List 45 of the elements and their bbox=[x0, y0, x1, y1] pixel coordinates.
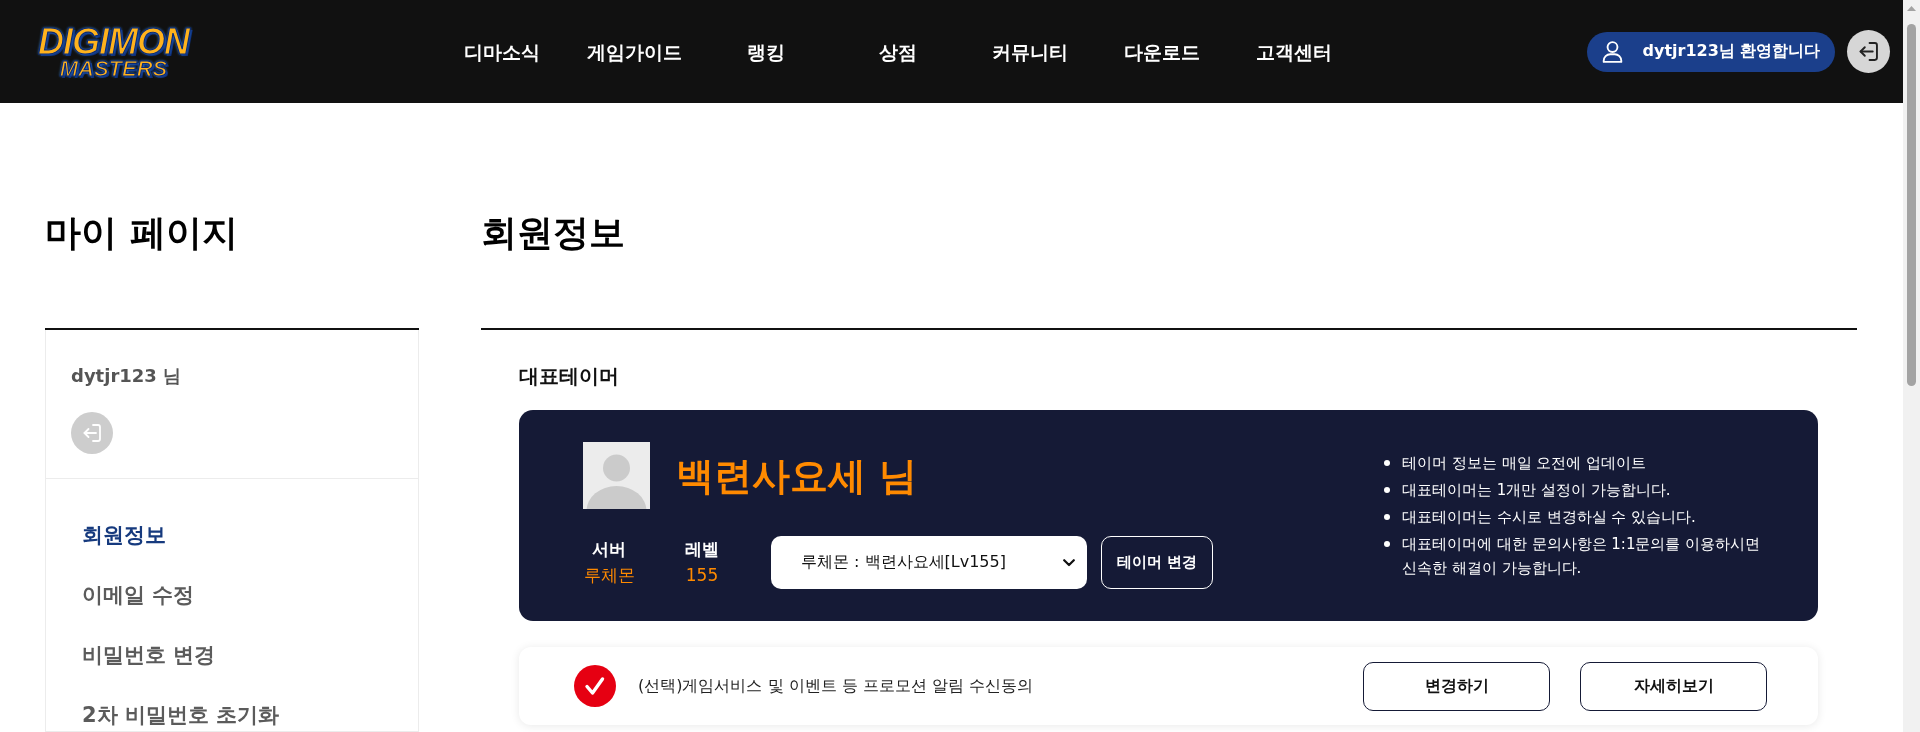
welcome-button[interactable]: dytjr123님 환영합니다 bbox=[1587, 31, 1835, 72]
avatar-placeholder bbox=[583, 442, 650, 509]
stat-value: 루체몬 bbox=[583, 564, 635, 587]
page-title: 마이 페이지 bbox=[45, 211, 239, 255]
consent-text: (선택)게임서비스 및 이벤트 등 프로모션 알림 수신동의 bbox=[638, 675, 1033, 697]
logo[interactable]: DIGIMON MASTERS bbox=[22, 23, 205, 80]
stat-label: 서버 bbox=[592, 538, 626, 561]
tamer-select[interactable]: 루체몬 : 백련사요세[Lv155] bbox=[771, 536, 1087, 589]
nav-link[interactable]: 고객센터 bbox=[1228, 37, 1360, 66]
scrollbar[interactable] bbox=[1903, 0, 1920, 732]
bullet-icon bbox=[1384, 487, 1390, 493]
nav-link[interactable]: 랭킹 bbox=[700, 37, 832, 66]
sidebar-item[interactable]: 이메일 수정 bbox=[82, 580, 195, 610]
user-name: dytjr123 님 bbox=[71, 364, 182, 388]
check-circle-icon[interactable] bbox=[574, 665, 616, 707]
nav-link[interactable]: 게임가이드 bbox=[568, 37, 700, 66]
nav-link[interactable]: 다운로드 bbox=[1096, 37, 1228, 66]
sidebar-item[interactable]: 회원정보 bbox=[82, 520, 166, 550]
nav-link[interactable]: 상점 bbox=[832, 37, 964, 66]
bullet-icon bbox=[1384, 460, 1390, 466]
page-title: 회원정보 bbox=[481, 211, 626, 255]
chevron-down-icon bbox=[1063, 558, 1075, 567]
note-text: 테이머 정보는 매일 오전에 업데이트 bbox=[1402, 453, 1648, 474]
stat-label: 레벨 bbox=[685, 538, 719, 561]
outline-button[interactable]: 변경하기 bbox=[1363, 661, 1550, 711]
section-title: 대표테이머 bbox=[519, 364, 620, 388]
stat-value: 155 bbox=[685, 564, 719, 587]
note-text: 대표테이머는 수시로 변경하실 수 있습니다. bbox=[1402, 507, 1697, 528]
outline-button[interactable]: 자세히보기 bbox=[1580, 661, 1767, 711]
sidebar-item[interactable]: 비밀번호 변경 bbox=[82, 640, 216, 670]
logout-icon bbox=[1859, 42, 1878, 61]
bullet-icon bbox=[1384, 541, 1390, 547]
scrollbar-thumb[interactable] bbox=[1907, 24, 1916, 386]
note-text: 대표테이머는 1개만 설정이 가능합니다. bbox=[1402, 480, 1672, 501]
nav-link[interactable]: 디마소식 bbox=[436, 37, 568, 66]
nav-link[interactable]: 커뮤니티 bbox=[964, 37, 1096, 66]
change-tamer-button[interactable]: 테이머 변경 bbox=[1101, 536, 1213, 589]
note-text: 대표테이머에 대한 문의사항은 1:1문의를 이용하시면 신속한 해결이 가능합니다. bbox=[1402, 534, 1762, 579]
logout-button[interactable] bbox=[1847, 30, 1890, 73]
tamer-name: 백련사요세 님 bbox=[676, 452, 918, 499]
scroll-up-icon[interactable] bbox=[1907, 6, 1916, 11]
logout-icon bbox=[83, 424, 101, 442]
sidebar-item[interactable]: 2차 비밀번호 초기화 bbox=[82, 700, 280, 730]
user-icon bbox=[1601, 40, 1623, 63]
bullet-icon bbox=[1384, 514, 1390, 520]
